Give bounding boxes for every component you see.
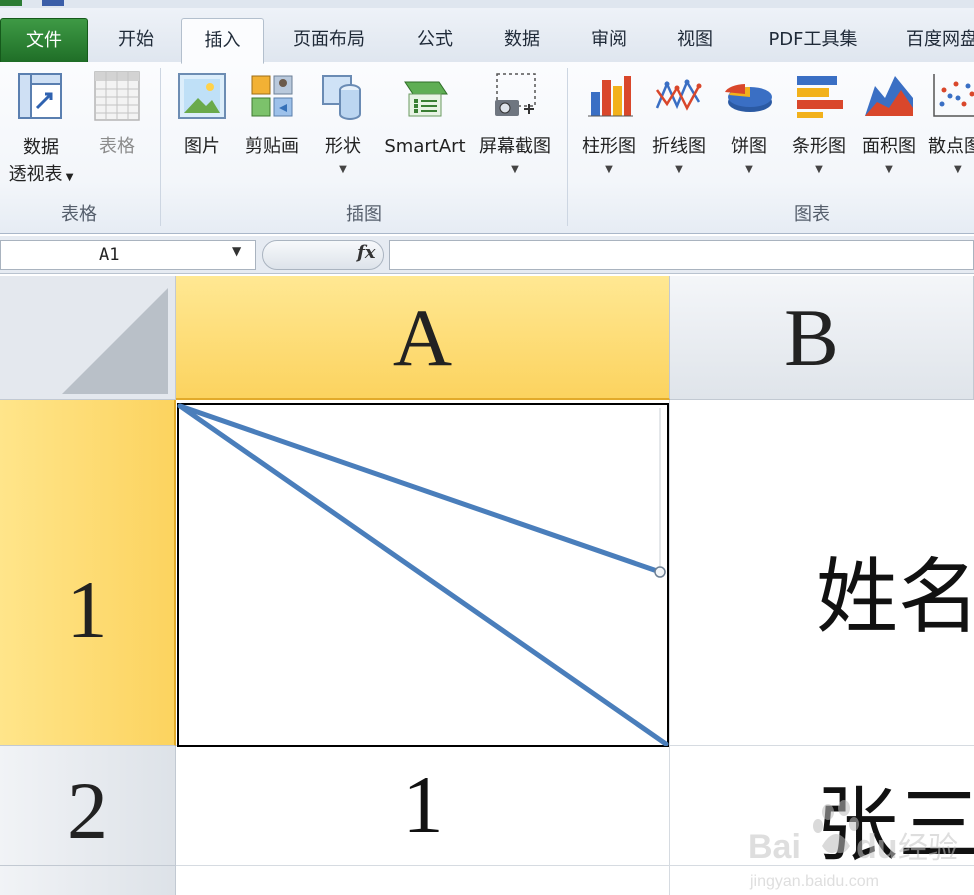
clipart-label: 剪贴画 [245, 136, 299, 157]
scatter-chart-button[interactable]: 散点图 ▼ [924, 68, 974, 178]
bar-chart-dropdown-icon[interactable]: ▼ [784, 162, 854, 178]
screenshot-dropdown-icon[interactable]: ▼ [474, 162, 556, 178]
ribbon-tab-bar: 文件 开始 插入 页面布局 公式 数据 审阅 视图 PDF工具集 百度网盘 [0, 8, 974, 64]
table-label: 表格 [99, 136, 135, 157]
group-separator [160, 68, 161, 226]
svg-text:Bai: Bai [748, 828, 801, 866]
pie-chart-button[interactable]: 饼图 ▼ [718, 68, 780, 178]
group-label-tables: 表格 [61, 204, 97, 225]
bar-chart-button[interactable]: 条形图 ▼ [784, 68, 854, 178]
picture-label: 图片 [184, 136, 220, 157]
bar-chart-icon [793, 68, 845, 124]
name-box-dropdown-icon[interactable]: ▼ [232, 244, 241, 258]
svg-text:du: du [856, 828, 898, 866]
diagonal-lines[interactable] [176, 400, 670, 746]
screenshot-label: 屏幕截图 [479, 136, 551, 157]
smartart-button[interactable]: SmartArt [380, 68, 470, 160]
select-all-corner[interactable] [0, 276, 176, 400]
tab-data[interactable]: 数据 [487, 18, 557, 63]
shapes-icon [317, 68, 369, 124]
pivot-table-icon [15, 68, 67, 124]
column-chart-icon [583, 68, 635, 124]
row-header-2[interactable]: 2 [0, 746, 176, 866]
tab-page-layout[interactable]: 页面布局 [280, 18, 378, 63]
baidu-jingyan-watermark: Bai du 经验 jingyan.baidu.com [748, 796, 974, 891]
worksheet-grid: A B 1 2 姓名 1 张三 Bai du 经验 jingyan.baidu.… [0, 276, 974, 895]
column-header-a[interactable]: A [176, 276, 670, 400]
column-chart-label: 柱形图 [582, 136, 636, 157]
table-icon [91, 68, 143, 124]
ribbon-insert: 数据 透视表 ▼ 表格 表格 图片 剪贴画 形状 ▼ SmartArt 屏幕截图… [0, 62, 974, 234]
formula-input[interactable] [389, 240, 974, 270]
excel-app-icon [0, 0, 22, 6]
line-chart-icon [653, 68, 705, 124]
screenshot-button[interactable]: 屏幕截图 ▼ [474, 68, 556, 178]
row-header-3[interactable] [0, 866, 176, 895]
scatter-chart-dropdown-icon[interactable]: ▼ [924, 162, 974, 178]
tab-file[interactable]: 文件 [0, 18, 88, 62]
column-header-b[interactable]: B [670, 276, 974, 400]
svg-text:经验: 经验 [898, 831, 958, 866]
pie-chart-label: 饼图 [731, 136, 767, 157]
table-button[interactable]: 表格 [86, 68, 148, 160]
pie-chart-icon [723, 68, 775, 124]
quick-access-toolbar [0, 0, 974, 8]
pivot-table-label-1: 数据 [23, 137, 59, 158]
save-icon[interactable] [42, 0, 64, 6]
line-chart-dropdown-icon[interactable]: ▼ [646, 162, 712, 178]
picture-icon [176, 68, 228, 124]
tab-view[interactable]: 视图 [660, 18, 730, 63]
insert-function-icon[interactable]: fx [357, 242, 375, 263]
shapes-button[interactable]: 形状 ▼ [314, 68, 372, 178]
column-chart-dropdown-icon[interactable]: ▼ [576, 162, 642, 178]
tab-pdf-tools[interactable]: PDF工具集 [752, 18, 874, 63]
cell-b1-text: 姓名 [816, 552, 974, 643]
group-separator [567, 68, 568, 226]
group-label-illustrations: 插图 [346, 204, 382, 225]
shapes-label: 形状 [325, 136, 361, 157]
screenshot-icon [489, 68, 541, 124]
formula-bar: A1 ▼ fx [0, 236, 974, 274]
line-chart-label: 折线图 [652, 136, 706, 157]
clipart-button[interactable]: 剪贴画 [240, 68, 304, 160]
column-chart-button[interactable]: 柱形图 ▼ [576, 68, 642, 178]
tab-formulas[interactable]: 公式 [400, 18, 470, 63]
tab-review[interactable]: 审阅 [574, 18, 644, 63]
name-box[interactable]: A1 [0, 240, 256, 270]
diagonal-line-upper[interactable] [177, 403, 663, 575]
line-resize-handle[interactable] [654, 566, 666, 578]
pie-chart-dropdown-icon[interactable]: ▼ [718, 162, 780, 178]
tab-baidu-netdisk[interactable]: 百度网盘 [900, 18, 974, 63]
tab-home[interactable]: 开始 [96, 18, 176, 63]
area-chart-icon [863, 68, 915, 124]
pivot-table-button[interactable]: 数据 透视表 ▼ [2, 68, 80, 191]
scatter-chart-label: 散点图 [928, 136, 974, 157]
pivot-table-label-2: 透视表 ▼ [8, 164, 74, 185]
area-chart-dropdown-icon[interactable]: ▼ [856, 162, 922, 178]
clipart-icon [246, 68, 298, 124]
group-label-charts: 图表 [794, 204, 830, 225]
cell-a1[interactable] [176, 400, 670, 747]
smartart-label: SmartArt [384, 136, 466, 157]
cell-a2-text: 1 [402, 759, 444, 850]
cell-b1[interactable]: 姓名 [670, 400, 974, 746]
scatter-chart-icon [928, 68, 974, 124]
cell-a3[interactable] [176, 866, 670, 895]
cell-a2[interactable]: 1 [176, 746, 670, 866]
picture-button[interactable]: 图片 [172, 68, 232, 160]
tab-insert[interactable]: 插入 [181, 18, 264, 64]
shapes-dropdown-icon[interactable]: ▼ [314, 162, 372, 178]
bar-chart-label: 条形图 [792, 136, 846, 157]
line-chart-button[interactable]: 折线图 ▼ [646, 68, 712, 178]
smartart-icon [399, 68, 451, 124]
row-header-1[interactable]: 1 [0, 400, 176, 746]
area-chart-button[interactable]: 面积图 ▼ [856, 68, 922, 178]
diagonal-line-lower[interactable] [177, 403, 669, 746]
area-chart-label: 面积图 [862, 136, 916, 157]
svg-text:jingyan.baidu.com: jingyan.baidu.com [749, 873, 879, 890]
